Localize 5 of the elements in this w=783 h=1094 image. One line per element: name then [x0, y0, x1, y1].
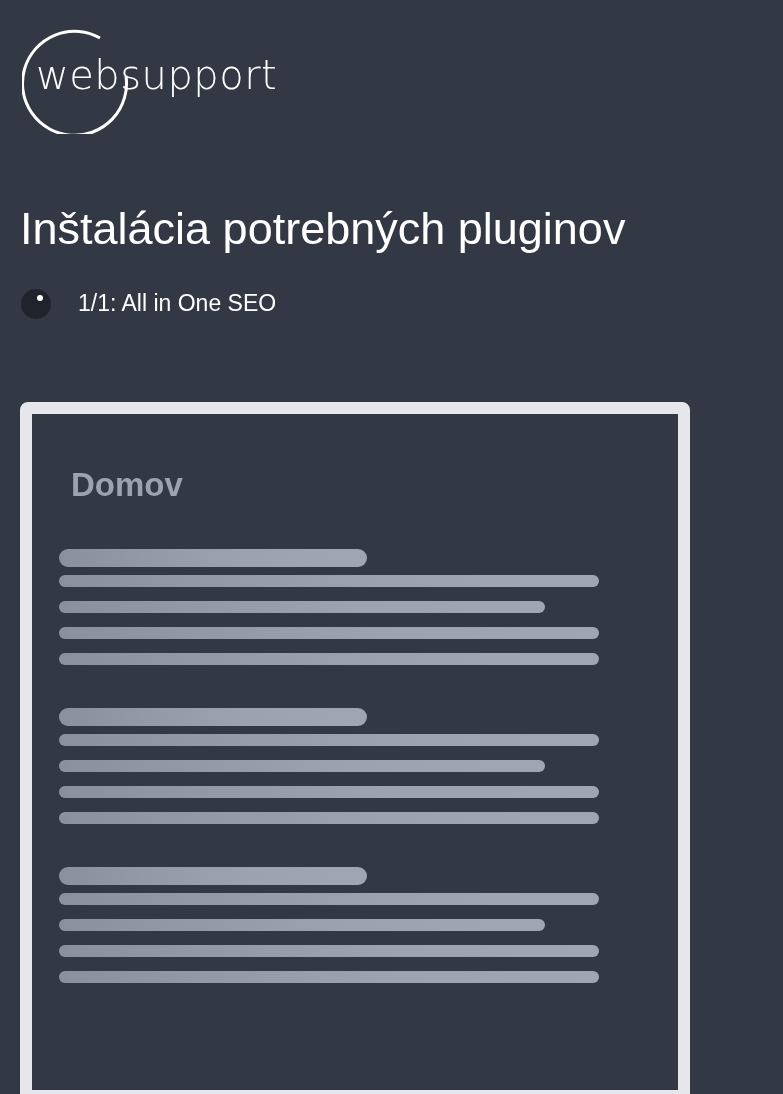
preview-title: Domov: [71, 467, 184, 501]
logo: websupport: [36, 52, 278, 98]
spinner-icon: [20, 287, 52, 320]
page-title: Inštalácia potrebných pluginov: [20, 204, 627, 254]
progress-text: 1/1: All in One SEO: [78, 290, 277, 317]
